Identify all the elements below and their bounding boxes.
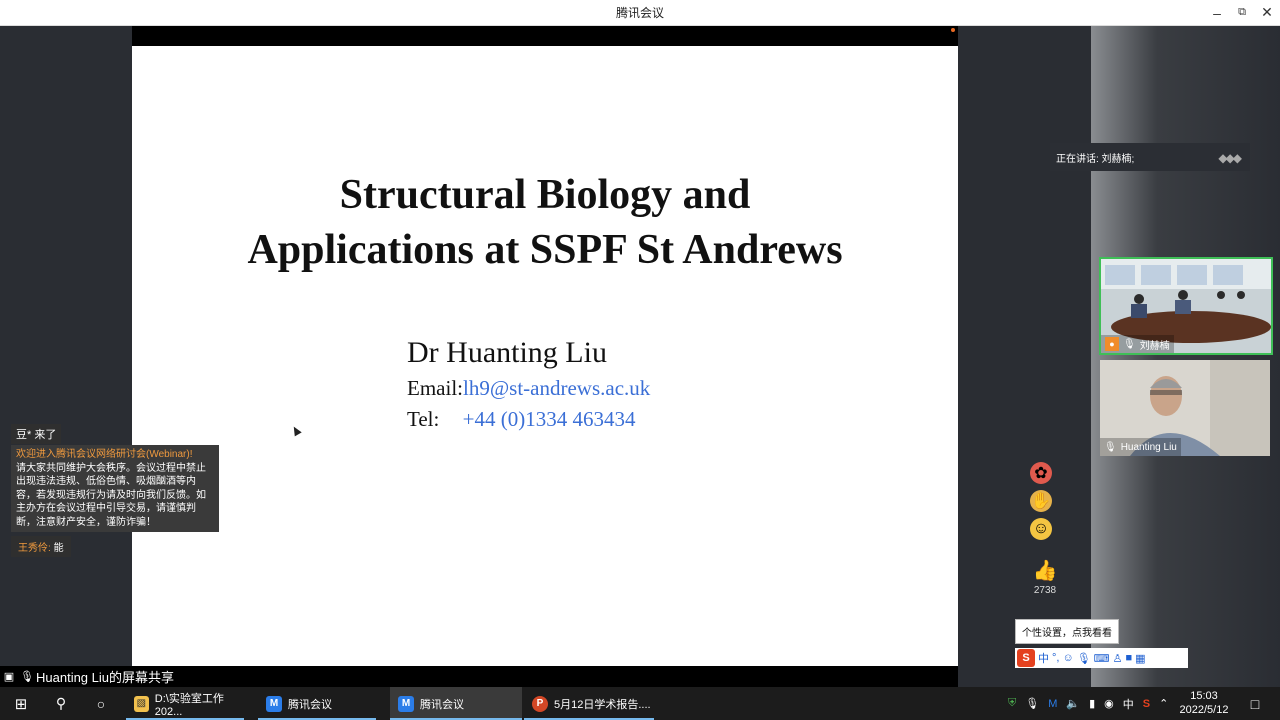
taskbar-app-label: 腾讯会议: [288, 698, 332, 711]
tencent-meeting-icon[interactable]: M: [1048, 698, 1057, 710]
restore-button[interactable]: ⧉: [1229, 0, 1255, 25]
notification-icon[interactable]: □: [1244, 687, 1266, 720]
left-strip: [0, 26, 132, 666]
microphone-icon: 🎙: [20, 671, 34, 683]
like-button[interactable]: 👍 2738: [1030, 558, 1060, 596]
chat-notice-body: 请大家共同维护大会秩序。会议过程中禁止出现违法违规、低俗色情、吸烟酗酒等内容，若…: [16, 462, 206, 528]
video-label: 🎙 Huanting Liu: [1100, 438, 1181, 456]
thumbs-up-icon: 👍: [1032, 560, 1058, 582]
cortana-icon[interactable]: ○: [90, 687, 112, 720]
emoji-icon[interactable]: ☺: [1062, 652, 1073, 664]
taskbar-app[interactable]: P 5月12日学术报告....: [524, 687, 654, 720]
ime-indicator[interactable]: 中: [1123, 696, 1134, 712]
sogou-icon[interactable]: S: [1017, 649, 1035, 667]
slide-title-line1: Structural Biology and: [339, 172, 751, 218]
grid-icon[interactable]: ▦: [1135, 652, 1145, 665]
minimize-button[interactable]: –: [1204, 0, 1230, 25]
recording-dot: [951, 28, 955, 32]
clock-date: 2022/5/12: [1179, 704, 1229, 716]
speaking-indicator: 正在讲话: 刘赫楠; ◆◆◆: [1050, 143, 1250, 171]
window-titlebar: 腾讯会议: [0, 0, 1280, 26]
search-icon[interactable]: ⚲: [50, 687, 72, 720]
powerpoint-icon: P: [532, 695, 548, 712]
taskbar-app-active[interactable]: M 腾讯会议: [390, 687, 522, 720]
ime-punct[interactable]: °,: [1052, 652, 1059, 664]
volume-muted-icon[interactable]: 🔈: [1066, 697, 1080, 710]
clock-time: 15:03: [1190, 690, 1218, 702]
chat-message: 王秀伶: 能: [11, 536, 71, 557]
window-title: 腾讯会议: [615, 6, 664, 20]
network-icon[interactable]: ◉: [1104, 697, 1114, 710]
taskbar-app-label: 5月12日学术报告....: [554, 698, 651, 711]
taskbar-app[interactable]: M 腾讯会议: [258, 687, 376, 720]
folder-icon: ▧: [134, 695, 149, 712]
windows-taskbar: ⊞ ⚲ ○ ▧ D:\实验室工作202... M 腾讯会议 M 腾讯会议 P 5…: [0, 687, 1280, 720]
email-label: Email:: [407, 376, 463, 400]
video-tile[interactable]: 🎙 Huanting Liu: [1100, 360, 1270, 456]
voice-icon[interactable]: 🎙: [1077, 652, 1091, 665]
microphone-icon: 🎙: [1104, 441, 1117, 453]
tel-row: Tel: +44 (0)1334 463434: [407, 407, 650, 432]
taskbar-app[interactable]: ▧ D:\实验室工作202...: [126, 687, 244, 720]
chat-notice: 欢迎进入腾讯会议网络研讨会(Webinar)! 请大家共同维护大会秩序。会议过程…: [11, 445, 219, 532]
participant-name: Huanting Liu: [1120, 441, 1177, 453]
participant-panel: [1091, 26, 1280, 687]
slide-title: Structural Biology and Applications at S…: [132, 168, 958, 278]
microphone-icon[interactable]: 🎙: [1025, 697, 1039, 710]
shared-slide: Structural Biology and Applications at S…: [132, 46, 958, 666]
keyboard-icon[interactable]: ⌨: [1094, 652, 1110, 665]
system-tray: ⛨ 🎙 M 🔈 ▮ ◉ 中 S ⌃: [1008, 687, 1168, 720]
speaking-wave-icon: ◆◆◆: [1218, 151, 1242, 165]
microphone-icon: 🎙: [1123, 338, 1136, 350]
windows-start-icon[interactable]: ⊞: [10, 687, 32, 720]
tel-value: +44 (0)1334 463434: [462, 407, 636, 431]
grin-icon[interactable]: ☺: [1030, 518, 1052, 540]
like-count: 2738: [1033, 585, 1057, 596]
chat-join-message: 豆* 来了: [11, 424, 62, 444]
chat-message-author: 王秀伶:: [18, 543, 51, 554]
ime-toolbar[interactable]: S 中 °, ☺ 🎙 ⌨ ♙ ■ ▦: [1015, 648, 1188, 668]
flower-icon[interactable]: ✿: [1030, 462, 1052, 484]
ime-mode[interactable]: 中: [1038, 650, 1049, 666]
slide-title-line2: Applications at SSPF St Andrews: [247, 227, 843, 273]
chat-message-text: 能: [53, 543, 64, 554]
speaking-text: 正在讲话: 刘赫楠;: [1056, 153, 1135, 165]
tencent-meeting-icon: M: [398, 695, 414, 712]
video-tile[interactable]: ● 🎙 刘赫楠: [1099, 257, 1273, 355]
tel-label: Tel:: [407, 407, 440, 431]
taskbar-app-label: 腾讯会议: [420, 698, 464, 711]
user-icon[interactable]: ♙: [1113, 652, 1123, 665]
reaction-panel: [958, 26, 1091, 687]
overflow-icon[interactable]: ⌃: [1159, 697, 1168, 710]
security-icon[interactable]: ⛨: [1008, 697, 1016, 710]
chat-notice-highlight: 欢迎进入腾讯会议网络研讨会(Webinar)!: [16, 449, 193, 460]
taskbar-clock[interactable]: 15:03 2022/5/12: [1172, 689, 1236, 717]
taskbar-app-label: D:\实验室工作202...: [154, 692, 224, 718]
ime-tooltip: 个性设置，点我看看: [1015, 619, 1119, 644]
skin-icon[interactable]: ■: [1125, 652, 1132, 664]
video-label: ● 🎙 刘赫楠: [1101, 335, 1174, 353]
screen-share-bar: ▣ 🎙 Huanting Liu的屏幕共享: [0, 666, 958, 687]
screen-share-label: Huanting Liu的屏幕共享: [36, 670, 174, 685]
email-row: Email:lh9@st-andrews.ac.uk: [407, 376, 650, 401]
presenter-name: Dr Huanting Liu: [407, 336, 607, 369]
clap-icon[interactable]: ✋: [1030, 490, 1052, 512]
share-top-bar: [132, 26, 958, 46]
participant-name: 刘赫楠: [1139, 340, 1170, 352]
user-avatar-icon: ●: [1105, 337, 1119, 351]
presenter-info: Dr Huanting Liu Email:lh9@st-andrews.ac.…: [407, 336, 650, 432]
screen-share-icon: ▣: [3, 671, 15, 683]
sogou-icon[interactable]: S: [1143, 698, 1150, 710]
battery-icon[interactable]: ▮: [1089, 697, 1095, 710]
close-button[interactable]: ✕: [1254, 0, 1280, 25]
tencent-meeting-icon: M: [266, 695, 282, 712]
email-link[interactable]: lh9@st-andrews.ac.uk: [463, 376, 650, 400]
reaction-list: ✿ ✋ ☺: [1030, 462, 1060, 546]
